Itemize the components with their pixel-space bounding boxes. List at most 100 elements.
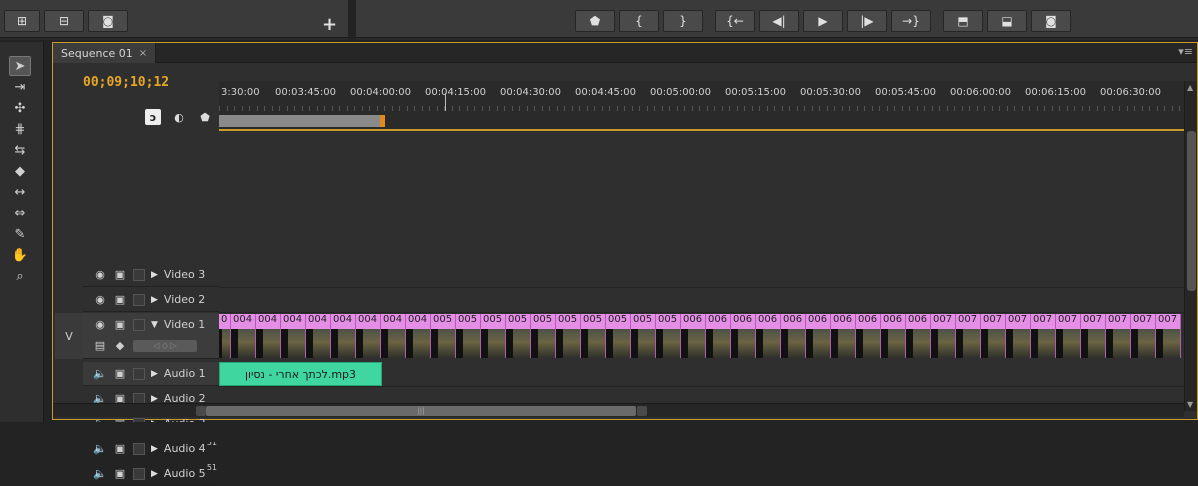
video-clip-segment[interactable]: 007	[1131, 314, 1156, 358]
vertical-scroll-thumb[interactable]	[1187, 131, 1196, 291]
overwrite-button[interactable]: ⊟	[44, 10, 84, 32]
video-clip-segment[interactable]: 006	[881, 314, 906, 358]
track-lane[interactable]	[219, 288, 1184, 313]
video-clip-segment[interactable]: 005	[631, 314, 656, 358]
slide-tool-icon[interactable]: ⇔	[9, 203, 31, 223]
video-clip-segment[interactable]: 004	[256, 314, 281, 358]
keyframe-nav-bar[interactable]: ◁ ◇ ▷	[133, 339, 197, 352]
video-clip-segment[interactable]: 007	[1056, 314, 1081, 358]
video-clip-segment[interactable]: 006	[806, 314, 831, 358]
play-button[interactable]: ▶	[803, 10, 843, 32]
video-clip-segment[interactable]: 004	[231, 314, 256, 358]
video-clip-segment[interactable]: 005	[606, 314, 631, 358]
zoom-tool-icon[interactable]: ⌕	[9, 266, 31, 286]
selection-tool-icon[interactable]: ➤	[9, 56, 31, 76]
horizontal-scrollbar[interactable]: |||	[53, 403, 1184, 417]
video-clip-segment[interactable]: 007	[956, 314, 981, 358]
sync-lock-icon[interactable]: ▣	[113, 467, 127, 480]
playhead-timecode[interactable]: 00;09;10;12	[83, 75, 169, 90]
video-clip-segment[interactable]: 007	[931, 314, 956, 358]
video-clip-segment[interactable]: 005	[556, 314, 581, 358]
rate-stretch-tool-icon[interactable]: ⇆	[9, 140, 31, 160]
video-clip-segment[interactable]: 006	[731, 314, 756, 358]
video-clip-segment[interactable]: 005	[481, 314, 506, 358]
eye-icon[interactable]: ◉	[93, 293, 107, 306]
track-lock-box[interactable]	[133, 442, 145, 455]
expand-arrow-icon[interactable]: ▶	[151, 394, 158, 404]
track-lock-box[interactable]	[133, 293, 145, 306]
scroll-down-icon[interactable]: ▼	[1187, 400, 1193, 409]
lift-button[interactable]: ⬒	[943, 10, 983, 32]
track-header-video-1[interactable]: ◉ ▣ ▼ Video 1 ▤ ◆ ◁ ◇ ▷	[83, 313, 219, 359]
speaker-icon[interactable]: 🔈	[93, 467, 107, 480]
sync-lock-icon[interactable]: ▣	[113, 367, 127, 380]
add-marker-icon[interactable]: ⬟	[197, 109, 213, 125]
video-clip-segment[interactable]: 007	[1081, 314, 1106, 358]
video-clip-segment[interactable]: 007	[981, 314, 1006, 358]
panel-menu-icon[interactable]: ▾≡	[1178, 45, 1193, 58]
display-style-icon[interactable]: ▤	[93, 339, 107, 352]
video-clip-segment[interactable]: 005	[656, 314, 681, 358]
video-clip-segment[interactable]: 006	[706, 314, 731, 358]
track-lane[interactable]	[219, 263, 1184, 288]
export-frame-button[interactable]: ◙	[1031, 10, 1071, 32]
rolling-edit-tool-icon[interactable]: ⋕	[9, 119, 31, 139]
hand-tool-icon[interactable]: ✋	[9, 245, 31, 265]
sync-lock-icon[interactable]: ▣	[113, 268, 127, 281]
expand-arrow-icon[interactable]: ▶	[151, 270, 158, 280]
expand-arrow-icon[interactable]: ▶	[151, 369, 158, 379]
video-clip-segment[interactable]: 004	[381, 314, 406, 358]
collapse-arrow-icon[interactable]: ▼	[151, 320, 158, 330]
ripple-edit-tool-icon[interactable]: ✣	[9, 98, 31, 118]
video-clip-segment[interactable]: 005	[581, 314, 606, 358]
speaker-icon[interactable]: 🔈	[93, 367, 107, 380]
step-back-button[interactable]: ◀|	[759, 10, 799, 32]
work-area-bar[interactable]	[219, 115, 384, 127]
playhead[interactable]	[445, 93, 446, 111]
video-clip-segment[interactable]: 004	[306, 314, 331, 358]
video-clip-segment[interactable]: 0	[219, 314, 231, 358]
track-lock-box[interactable]	[133, 268, 145, 281]
video-clip-segment[interactable]: 007	[1106, 314, 1131, 358]
zoom-right-handle[interactable]	[637, 406, 647, 416]
sync-lock-icon[interactable]: ▣	[113, 442, 127, 455]
video-clip-segment[interactable]: 006	[831, 314, 856, 358]
keyframe-icon[interactable]: ◆	[113, 339, 127, 352]
mark-out-button[interactable]: }	[663, 10, 703, 32]
track-header-video-2[interactable]: ◉ ▣ ▶ Video 2	[83, 288, 219, 312]
video-clip-segment[interactable]: 004	[281, 314, 306, 358]
tab-sequence-01[interactable]: Sequence 01 ×	[53, 43, 157, 63]
track-header-audio-1[interactable]: 🔈 ▣ ▶ Audio 1	[83, 362, 219, 386]
track-lane[interactable]	[219, 362, 1184, 387]
track-select-tool-icon[interactable]: ⇥	[9, 77, 31, 97]
video-clip-segment[interactable]: 005	[531, 314, 556, 358]
horizontal-scroll-thumb[interactable]: |||	[206, 406, 636, 416]
mark-in-button[interactable]: {	[619, 10, 659, 32]
video-clip-segment[interactable]: 005	[506, 314, 531, 358]
vertical-scrollbar[interactable]: ▲ ▼	[1184, 81, 1197, 411]
add-marker-button[interactable]: ⬟	[575, 10, 615, 32]
video-target-v[interactable]: V	[55, 313, 83, 359]
step-forward-button[interactable]: |▶	[847, 10, 887, 32]
slip-tool-icon[interactable]: ↔	[9, 182, 31, 202]
video-clip-segment[interactable]: 005	[456, 314, 481, 358]
expand-arrow-icon[interactable]: ▶	[151, 295, 158, 305]
zoom-left-handle[interactable]	[196, 406, 206, 416]
video-clip-segment[interactable]: 006	[781, 314, 806, 358]
track-lock-box[interactable]	[133, 467, 145, 480]
expand-arrow-icon[interactable]: ▶	[151, 444, 158, 454]
video-clip[interactable]: 0 004 004 004 004 004 004 004 004 005 005 005 005 005…	[219, 314, 1184, 358]
snap-icon[interactable]: ↄ	[145, 109, 161, 125]
sync-lock-icon[interactable]: ▣	[113, 293, 127, 306]
go-to-out-button[interactable]: →}	[891, 10, 931, 32]
video-clip-segment[interactable]: 004	[406, 314, 431, 358]
track-header-audio-5[interactable]: 🔈 ▣ ▶ Audio 5 51	[83, 462, 219, 486]
expand-arrow-icon[interactable]: ▶	[151, 469, 158, 479]
sequence-marker-icon[interactable]: ◐	[171, 109, 187, 125]
video-clip-segment[interactable]: 004	[356, 314, 381, 358]
eye-icon[interactable]: ◉	[93, 318, 107, 331]
video-clip-segment[interactable]: 004	[331, 314, 356, 358]
export-frame-source-button[interactable]: ◙	[88, 10, 128, 32]
video-clip-segment[interactable]: 006	[756, 314, 781, 358]
video-clip-segment[interactable]: 007	[1031, 314, 1056, 358]
